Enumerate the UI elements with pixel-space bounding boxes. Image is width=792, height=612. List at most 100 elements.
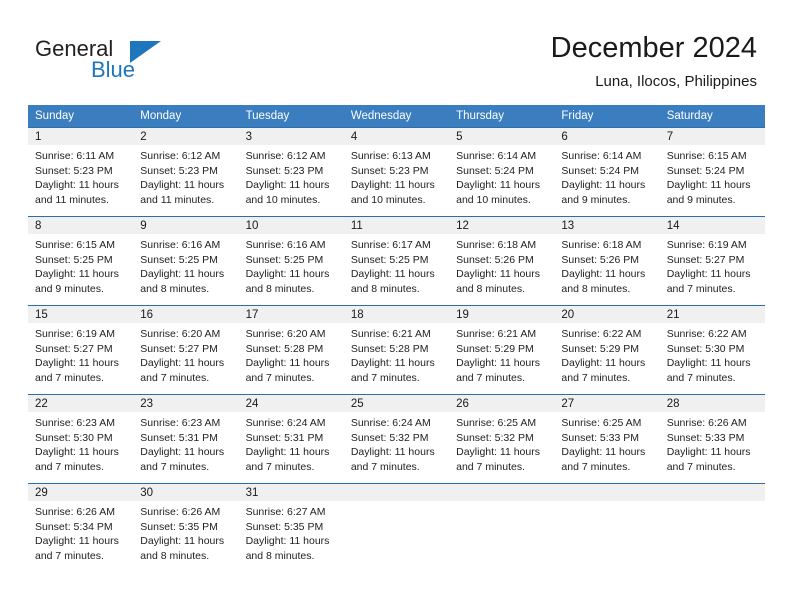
- calendar-day-cell[interactable]: 30 Sunrise: 6:26 AM Sunset: 5:35 PM Dayligh…: [133, 483, 239, 573]
- sunrise-text: Sunrise: 6:26 AM: [35, 506, 115, 518]
- sunset-text: Sunset: 5:31 PM: [140, 431, 218, 444]
- calendar-day-cell[interactable]: 13 Sunrise: 6:18 AM Sunset: 5:26 PM Dayligh…: [554, 216, 660, 306]
- calendar-day-cell[interactable]: 29 Sunrise: 6:26 AM Sunset: 5:34 PM Dayligh…: [28, 483, 134, 573]
- calendar-day-cell[interactable]: 27 Sunrise: 6:25 AM Sunset: 5:33 PM Dayligh…: [554, 394, 660, 484]
- sunrise-text: Sunrise: 6:26 AM: [666, 417, 747, 429]
- calendar-day-cell[interactable]: 22 Sunrise: 6:23 AM Sunset: 5:30 PM Dayligh…: [28, 394, 134, 484]
- day-details: Sunrise: 6:20 AM Sunset: 5:28 PM Daylight:…: [239, 323, 344, 385]
- day-details: Sunrise: 6:16 AM Sunset: 5:25 PM Daylight:…: [239, 234, 344, 296]
- sunset-text: Sunset: 5:23 PM: [35, 164, 113, 177]
- daylight-text-line2: and 7 minutes.: [140, 371, 210, 384]
- calendar-day-cell[interactable]: 14 Sunrise: 6:19 AM Sunset: 5:27 PM Dayligh…: [659, 216, 765, 306]
- day-number: [659, 484, 765, 501]
- daylight-text-line2: and 8 minutes.: [140, 549, 210, 562]
- calendar-day-cell[interactable]: 31 Sunrise: 6:27 AM Sunset: 5:35 PM Dayligh…: [238, 483, 344, 573]
- day-details: Sunrise: 6:15 AM Sunset: 5:24 PM Daylight:…: [660, 145, 765, 207]
- day-number: 20: [554, 306, 660, 323]
- sunrise-text: Sunrise: 6:12 AM: [140, 150, 221, 162]
- daylight-text-line1: Daylight: 11 hours: [350, 179, 435, 192]
- calendar-day-cell[interactable]: 26 Sunrise: 6:25 AM Sunset: 5:32 PM Dayligh…: [449, 394, 555, 484]
- daylight-text-line1: Daylight: 11 hours: [350, 268, 435, 281]
- calendar-day-cell[interactable]: 21 Sunrise: 6:22 AM Sunset: 5:30 PM Dayligh…: [659, 305, 765, 395]
- day-details: Sunrise: 6:13 AM Sunset: 5:23 PM Daylight:…: [344, 145, 449, 207]
- daylight-text-line1: Daylight: 11 hours: [245, 357, 330, 370]
- sunset-text: Sunset: 5:24 PM: [456, 164, 534, 177]
- day-details: Sunrise: 6:12 AM Sunset: 5:23 PM Daylight:…: [133, 145, 238, 207]
- day-details: Sunrise: 6:12 AM Sunset: 5:23 PM Daylight:…: [239, 145, 344, 207]
- daylight-text-line2: and 7 minutes.: [35, 460, 104, 473]
- sunrise-text: Sunrise: 6:27 AM: [245, 506, 326, 518]
- calendar-day-cell[interactable]: 4 Sunrise: 6:13 AM Sunset: 5:23 PM Daylight…: [343, 127, 450, 217]
- day-details: [660, 501, 765, 505]
- day-number: 2: [133, 128, 239, 145]
- daylight-text-line1: Daylight: 11 hours: [561, 446, 646, 459]
- day-cell-inner: 1 Sunrise: 6:11 AM Sunset: 5:23 PM Daylight…: [28, 128, 134, 216]
- sunset-text: Sunset: 5:25 PM: [35, 253, 113, 266]
- day-details: Sunrise: 6:18 AM Sunset: 5:26 PM Daylight:…: [449, 234, 554, 296]
- calendar-day-cell[interactable]: 5 Sunrise: 6:14 AM Sunset: 5:24 PM Daylight…: [449, 127, 555, 217]
- sunrise-text: Sunrise: 6:17 AM: [350, 239, 431, 251]
- daylight-text-line1: Daylight: 11 hours: [666, 446, 751, 459]
- calendar-day-cell[interactable]: 28 Sunrise: 6:26 AM Sunset: 5:33 PM Dayligh…: [659, 394, 765, 484]
- calendar-day-cell[interactable]: 11 Sunrise: 6:17 AM Sunset: 5:25 PM Dayligh…: [343, 216, 450, 306]
- weekday-header-wednesday: Wednesday: [343, 105, 450, 128]
- day-details: Sunrise: 6:14 AM Sunset: 5:24 PM Daylight:…: [449, 145, 554, 207]
- calendar-day-cell[interactable]: 3 Sunrise: 6:12 AM Sunset: 5:23 PM Daylight…: [238, 127, 344, 217]
- logo-text-blue: Blue: [91, 57, 136, 82]
- day-cell-inner: [449, 484, 555, 573]
- sunset-text: Sunset: 5:35 PM: [140, 520, 218, 533]
- sunset-text: Sunset: 5:23 PM: [140, 164, 218, 177]
- calendar-day-cell[interactable]: 9 Sunrise: 6:16 AM Sunset: 5:25 PM Daylight…: [133, 216, 239, 306]
- sunrise-text: Sunrise: 6:22 AM: [666, 328, 747, 340]
- sunrise-text: Sunrise: 6:24 AM: [245, 417, 326, 429]
- calendar-day-cell[interactable]: 2 Sunrise: 6:12 AM Sunset: 5:23 PM Daylight…: [133, 127, 239, 217]
- day-number: 28: [659, 395, 765, 412]
- day-number: 1: [28, 128, 134, 145]
- calendar-day-cell[interactable]: 8 Sunrise: 6:15 AM Sunset: 5:25 PM Daylight…: [28, 216, 134, 306]
- calendar-day-cell[interactable]: 17 Sunrise: 6:20 AM Sunset: 5:28 PM Dayligh…: [238, 305, 344, 395]
- calendar-day-cell[interactable]: 24 Sunrise: 6:24 AM Sunset: 5:31 PM Dayligh…: [238, 394, 344, 484]
- daylight-text-line2: and 9 minutes.: [666, 193, 736, 206]
- calendar-day-cell[interactable]: 25 Sunrise: 6:24 AM Sunset: 5:32 PM Dayligh…: [343, 394, 450, 484]
- day-number: 8: [28, 217, 134, 234]
- calendar-day-cell[interactable]: 1 Sunrise: 6:11 AM Sunset: 5:23 PM Daylight…: [28, 127, 134, 217]
- sunset-text: Sunset: 5:25 PM: [350, 253, 429, 266]
- calendar-day-cell[interactable]: 10 Sunrise: 6:16 AM Sunset: 5:25 PM Dayligh…: [238, 216, 344, 306]
- daylight-text-line2: and 7 minutes.: [456, 371, 526, 384]
- sunrise-text: Sunrise: 6:21 AM: [456, 328, 537, 340]
- sunset-text: Sunset: 5:26 PM: [456, 253, 534, 266]
- day-number: 22: [28, 395, 134, 412]
- day-details: Sunrise: 6:25 AM Sunset: 5:33 PM Daylight:…: [554, 412, 659, 474]
- day-number: 21: [659, 306, 765, 323]
- calendar-day-cell[interactable]: 12 Sunrise: 6:18 AM Sunset: 5:26 PM Dayligh…: [449, 216, 555, 306]
- day-cell-inner: 7 Sunrise: 6:15 AM Sunset: 5:24 PM Daylight…: [659, 128, 765, 216]
- calendar-day-cell[interactable]: 23 Sunrise: 6:23 AM Sunset: 5:31 PM Dayligh…: [133, 394, 239, 484]
- day-number: 17: [238, 306, 344, 323]
- daylight-text-line1: Daylight: 11 hours: [561, 268, 646, 281]
- sunset-text: Sunset: 5:34 PM: [35, 520, 113, 533]
- day-cell-inner: 31 Sunrise: 6:27 AM Sunset: 5:35 PM Dayligh…: [238, 484, 344, 573]
- day-details: Sunrise: 6:16 AM Sunset: 5:25 PM Daylight:…: [133, 234, 238, 296]
- daylight-text-line1: Daylight: 11 hours: [245, 535, 330, 548]
- day-details: Sunrise: 6:21 AM Sunset: 5:28 PM Daylight:…: [344, 323, 449, 385]
- day-number: 10: [238, 217, 344, 234]
- day-number: 31: [238, 484, 344, 501]
- day-number: 29: [28, 484, 134, 501]
- sunrise-text: Sunrise: 6:16 AM: [245, 239, 326, 251]
- day-details: Sunrise: 6:26 AM Sunset: 5:33 PM Daylight:…: [660, 412, 765, 474]
- calendar-day-cell[interactable]: 7 Sunrise: 6:15 AM Sunset: 5:24 PM Daylight…: [659, 127, 765, 217]
- calendar-week-row: 22 Sunrise: 6:23 AM Sunset: 5:30 PM Dayligh…: [28, 394, 765, 484]
- sunrise-text: Sunrise: 6:19 AM: [35, 328, 115, 340]
- calendar-day-cell[interactable]: 15 Sunrise: 6:19 AM Sunset: 5:27 PM Dayligh…: [28, 305, 134, 395]
- calendar-day-cell[interactable]: 6 Sunrise: 6:14 AM Sunset: 5:24 PM Daylight…: [554, 127, 660, 217]
- calendar-day-cell[interactable]: 20 Sunrise: 6:22 AM Sunset: 5:29 PM Dayligh…: [554, 305, 660, 395]
- day-cell-inner: 3 Sunrise: 6:12 AM Sunset: 5:23 PM Daylight…: [238, 128, 344, 216]
- day-number: 7: [659, 128, 765, 145]
- general-blue-logo[interactable]: General Blue: [35, 36, 255, 86]
- calendar-day-cell[interactable]: 19 Sunrise: 6:21 AM Sunset: 5:29 PM Dayligh…: [449, 305, 555, 395]
- day-number: 12: [449, 217, 555, 234]
- calendar-day-cell[interactable]: 18 Sunrise: 6:21 AM Sunset: 5:28 PM Dayligh…: [343, 305, 450, 395]
- day-cell-inner: 5 Sunrise: 6:14 AM Sunset: 5:24 PM Daylight…: [449, 128, 555, 216]
- calendar-day-cell[interactable]: 16 Sunrise: 6:20 AM Sunset: 5:27 PM Dayligh…: [133, 305, 239, 395]
- day-number: 24: [238, 395, 344, 412]
